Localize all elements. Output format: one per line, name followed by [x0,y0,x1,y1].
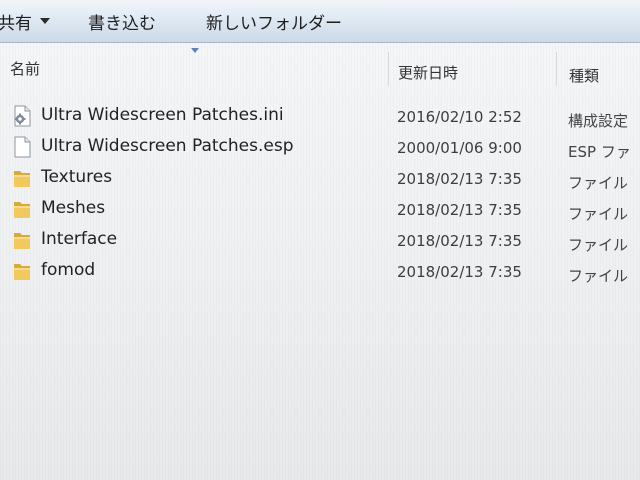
file-date: 2018/02/13 7:35 [397,232,522,250]
file-type: ESP ファ [568,143,631,161]
file-type: 構成設定 [568,112,629,130]
file-date: 2018/02/13 7:35 [397,201,522,219]
file-type: ファイル [568,267,629,285]
file-list: Ultra Widescreen Patches.ini 2016/02/10 … [0,100,640,286]
folder-icon [12,167,32,189]
sort-indicator-icon [191,48,199,53]
file-type: ファイル [568,236,629,254]
file-name: fomod [41,260,96,280]
explorer-window: 共有 書き込む 新しいフォルダー 名前 更新日時 種類 Ultra Widesc… [0,0,640,480]
file-date: 2016/02/10 2:52 [397,108,522,126]
file-name: Ultra Widescreen Patches.ini [41,105,284,125]
file-date: 2018/02/13 7:35 [397,170,522,188]
share-label: 共有 [0,13,32,34]
file-row[interactable]: Meshes 2018/02/13 7:35 ファイル [0,193,640,224]
file-row[interactable]: Ultra Widescreen Patches.esp 2000/01/06 … [0,131,640,162]
column-header-name[interactable]: 名前 [10,58,40,79]
file-name: Textures [41,167,113,187]
new-folder-button[interactable]: 新しいフォルダー [206,9,342,34]
burn-button[interactable]: 書き込む [88,9,156,34]
file-date: 2018/02/13 7:35 [397,263,522,281]
column-header-date[interactable]: 更新日時 [398,62,458,83]
chevron-down-icon [40,18,50,24]
burn-label: 書き込む [88,13,156,34]
folder-icon [12,198,32,220]
column-divider[interactable] [388,52,389,86]
file-row[interactable]: Textures 2018/02/13 7:35 ファイル [0,162,640,193]
file-row[interactable]: fomod 2018/02/13 7:35 ファイル [0,255,640,286]
column-header-type[interactable]: 種類 [569,65,599,86]
share-button[interactable]: 共有 [0,9,50,34]
settings-file-icon [12,105,32,127]
file-date: 2000/01/06 9:00 [397,139,522,157]
folder-icon [12,229,32,251]
column-divider[interactable] [556,52,557,86]
file-name: Ultra Widescreen Patches.esp [41,136,294,156]
file-type: ファイル [568,174,629,192]
command-bar: 共有 書き込む 新しいフォルダー [0,0,640,43]
file-name: Meshes [41,198,106,218]
new-folder-label: 新しいフォルダー [206,13,342,34]
file-type: ファイル [568,205,629,223]
folder-icon [12,260,32,282]
file-row[interactable]: Interface 2018/02/13 7:35 ファイル [0,224,640,255]
file-name: Interface [41,229,118,249]
file-row[interactable]: Ultra Widescreen Patches.ini 2016/02/10 … [0,100,640,131]
document-file-icon [12,136,32,158]
